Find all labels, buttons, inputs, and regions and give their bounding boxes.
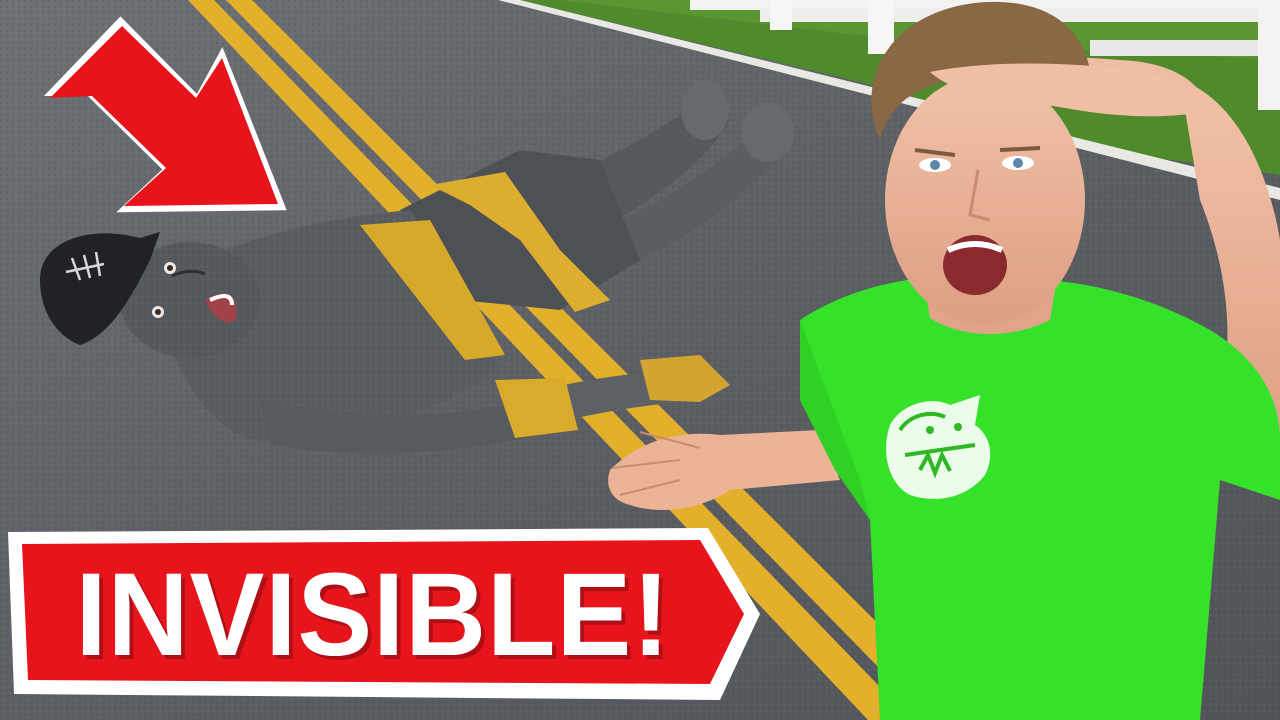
- banner-title: INVISIBLE!: [75, 549, 671, 681]
- title-banner: INVISIBLE!: [8, 524, 760, 700]
- thumbnail: INVISIBLE!: [0, 0, 1280, 720]
